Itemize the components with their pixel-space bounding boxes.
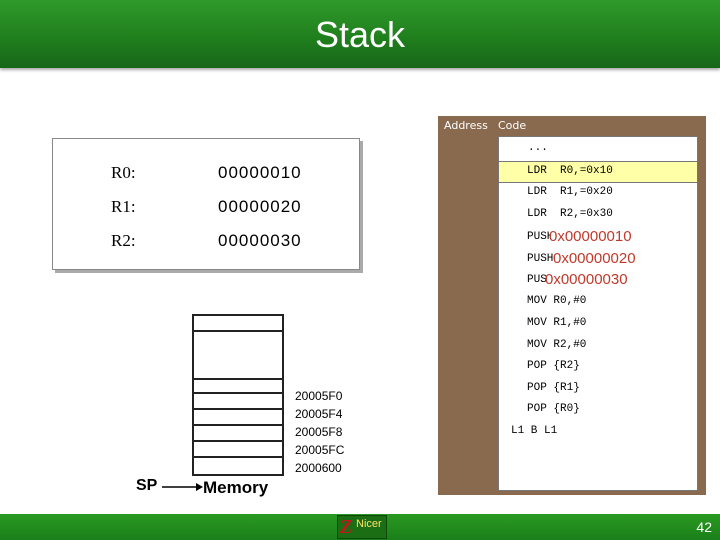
code-line: POP {R0} <box>527 403 580 415</box>
code-line: LDR R0,=0x10 <box>527 165 613 177</box>
stack-pointer-label: SP <box>136 477 158 494</box>
code-line: POP {R2} <box>527 360 580 372</box>
code-frame-edge <box>498 491 706 495</box>
stack-address-label: 20005F0 <box>295 389 343 403</box>
push-value: 0x00000030 <box>545 271 628 289</box>
push-mnemonic: PUSH <box>527 273 547 286</box>
address-column <box>438 136 498 495</box>
code-line: L1 B L1 <box>511 425 558 437</box>
register-row-r2: R2: 00000030 <box>53 227 361 257</box>
stack-cell <box>192 456 284 476</box>
push-instruction: PUSH0x00000020 <box>527 250 636 268</box>
push-instruction: PUSH0x00000010 <box>527 228 632 246</box>
register-value: 00000030 <box>218 231 302 250</box>
code-line: POP {R1} <box>527 382 580 394</box>
register-name: R2: <box>111 231 136 250</box>
push-mnemonic: PUSH <box>527 252 554 265</box>
code-line: MOV R0,#0 <box>527 295 587 307</box>
push-mnemonic: PUSH <box>527 230 551 243</box>
code-line: LDR R2,=0x30 <box>527 208 613 220</box>
slide-title: Stack <box>314 14 406 55</box>
push-instruction: PUSH0x00000030 <box>527 271 628 289</box>
page-number: 42 <box>696 519 712 535</box>
stack-cell <box>192 330 284 380</box>
stack-address-label: 20005FC <box>295 443 345 457</box>
register-name: R1: <box>111 197 136 216</box>
code-line: ... <box>528 142 548 154</box>
stack-address-label: 20005F4 <box>295 407 343 421</box>
logo-text: Nicer <box>356 518 382 530</box>
stack-pointer-arrow-icon <box>162 483 203 491</box>
logo-letter: Z <box>340 516 353 538</box>
register-value: 00000020 <box>218 197 302 216</box>
register-value: 00000010 <box>218 163 302 182</box>
nicer-logo: Z Nicer <box>337 515 387 539</box>
stack-address-label: 2000600 <box>295 461 342 475</box>
code-line: MOV R1,#0 <box>527 317 587 329</box>
register-panel: R0: 00000010 R1: 00000020 R2: 00000030 <box>52 138 360 270</box>
stack-address-label: 20005F8 <box>295 425 343 439</box>
code-panel-header: Address Code <box>438 116 706 136</box>
push-value: 0x00000020 <box>553 250 636 268</box>
memory-label: Memory <box>203 478 269 497</box>
address-column-header: Address <box>444 119 488 132</box>
register-row-r1: R1: 00000020 <box>53 193 361 223</box>
code-frame-edge <box>698 136 706 495</box>
push-value: 0x00000010 <box>549 228 632 246</box>
register-row-r0: R0: 00000010 <box>53 159 361 189</box>
code-line: LDR R1,=0x20 <box>527 186 613 198</box>
register-name: R0: <box>111 163 136 182</box>
code-column-header: Code <box>498 119 527 132</box>
code-line: MOV R2,#0 <box>527 339 587 351</box>
